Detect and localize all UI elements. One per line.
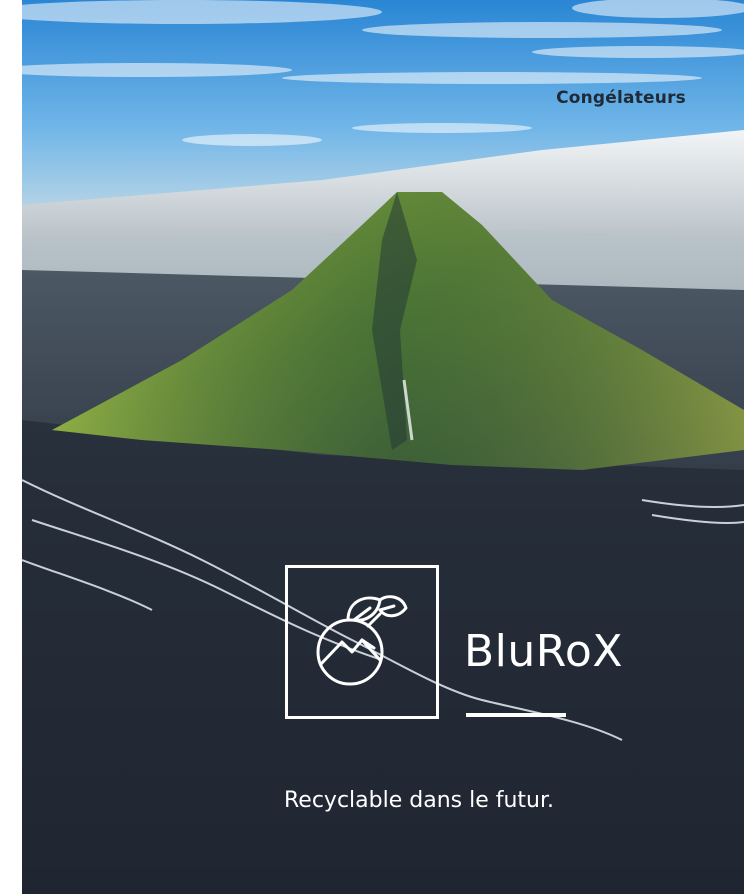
tagline: Recyclable dans le futur. xyxy=(284,788,555,813)
logo-frame xyxy=(285,565,439,719)
brand-name: BluRoX xyxy=(464,626,623,677)
landscape-image xyxy=(22,0,744,894)
page: Congélateurs BluRoX Recyclable dans le f… xyxy=(0,0,744,894)
hero-banner: Congélateurs BluRoX Recyclable dans le f… xyxy=(22,0,744,894)
category-label: Congélateurs xyxy=(556,88,686,108)
brand-underline xyxy=(466,713,566,717)
leaf-mountain-circle-icon xyxy=(316,595,408,686)
